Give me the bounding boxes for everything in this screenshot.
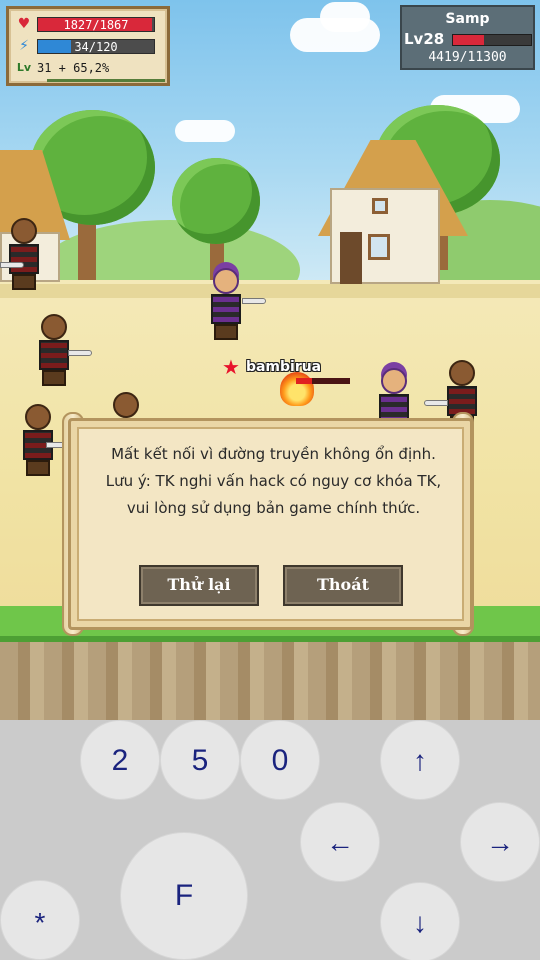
bandit-knife <box>68 350 92 356</box>
bandit-character[interactable] <box>6 218 42 290</box>
target-hp-bar <box>452 34 532 46</box>
fence-path <box>0 284 540 298</box>
target-hp-bar-fill <box>453 35 484 45</box>
level-text: 31 + 65,2% <box>37 61 110 75</box>
target-info-panel[interactable]: Samp Lv28 4419/11300 <box>400 5 535 70</box>
dialog-warning-line: Lưu ý: TK nghi vấn hack có nguy cơ khóa … <box>105 472 442 517</box>
exit-button[interactable]: Thoát <box>283 565 403 606</box>
player-sword <box>242 298 266 304</box>
bandit-character[interactable] <box>36 314 72 386</box>
retry-button[interactable]: Thử lại <box>139 565 259 606</box>
target-level: Lv28 <box>404 30 445 48</box>
key-5-button[interactable]: 5 <box>160 720 240 800</box>
connection-lost-dialog: Mất kết nối vì đường truyền không ổn địn… <box>68 418 473 630</box>
hp-bar: 1827/1867 <box>37 16 155 32</box>
star-key-button[interactable]: * <box>0 880 80 960</box>
bandit-knife <box>0 262 24 268</box>
dialog-message: Mất kết nối vì đường truyền không ổn địn… <box>101 441 446 522</box>
player-name: bambirua <box>245 359 322 375</box>
mp-row: ⚡ 34/120 <box>15 37 155 55</box>
up-arrow-button[interactable]: ↑ <box>380 720 460 800</box>
left-arrow-button[interactable]: ← <box>300 802 380 882</box>
level-icon: Lv <box>16 61 32 74</box>
fire-button[interactable]: F <box>120 832 248 960</box>
dialog-message-line: Mất kết nối vì đường truyền không ổn địn… <box>111 445 436 463</box>
enemy-hp-bar <box>296 378 350 384</box>
exp-bar <box>47 79 165 82</box>
virtual-keypad: 2 5 0 ↑ ← → ↓ F * <box>0 720 540 960</box>
house-window <box>372 198 388 214</box>
cloud <box>175 120 235 142</box>
player-character[interactable] <box>208 268 244 340</box>
house-door <box>340 232 362 284</box>
hp-text: 1827/1867 <box>63 17 129 32</box>
hp-row: ♥ 1827/1867 <box>15 15 155 33</box>
cliff-rock <box>0 642 540 720</box>
target-hp-text: 4419/11300 <box>428 50 507 65</box>
game-screen: ★ bambirua ♥ 1827/1867 ⚡ 34/120 Lv 31 + … <box>0 0 540 960</box>
down-arrow-button[interactable]: ↓ <box>380 882 460 960</box>
star-icon: ★ <box>222 355 240 379</box>
key-0-button[interactable]: 0 <box>240 720 320 800</box>
bandit-knife <box>424 400 448 406</box>
mp-bar: 34/120 <box>37 38 155 54</box>
key-2-button[interactable]: 2 <box>80 720 160 800</box>
right-arrow-button[interactable]: → <box>460 802 540 882</box>
tree <box>172 158 260 244</box>
mp-text: 34/120 <box>74 39 118 54</box>
heart-icon: ♥ <box>17 16 31 32</box>
bandit-character[interactable] <box>20 404 56 476</box>
player-stats-panel: ♥ 1827/1867 ⚡ 34/120 Lv 31 + 65,2% <box>6 6 170 86</box>
lightning-icon: ⚡ <box>19 38 29 54</box>
ally-character[interactable] <box>376 368 412 424</box>
target-name: Samp <box>445 11 490 27</box>
house-window <box>368 234 390 260</box>
level-row: Lv 31 + 65,2% <box>15 59 109 77</box>
cloud <box>320 2 370 32</box>
